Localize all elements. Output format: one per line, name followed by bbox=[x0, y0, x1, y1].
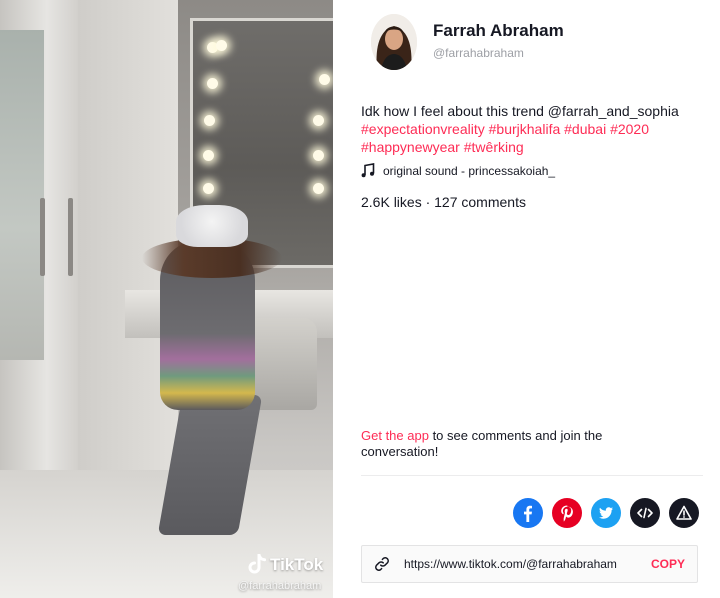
video-link-url[interactable]: https://www.tiktok.com/@farrahabraham bbox=[404, 557, 643, 571]
video-mirror-bulb bbox=[204, 115, 215, 126]
author-name[interactable]: Farrah Abraham bbox=[433, 21, 564, 41]
video-mirror-bulb bbox=[313, 115, 324, 126]
pinterest-icon bbox=[561, 505, 573, 522]
video-shower-cap bbox=[176, 205, 248, 247]
video-background-room bbox=[0, 30, 44, 360]
get-app-prompt: Get the app to see comments and join the… bbox=[361, 428, 661, 460]
caption-text: Idk how I feel about this trend @farrah_… bbox=[361, 103, 679, 119]
copy-link-bar: https://www.tiktok.com/@farrahabraham CO… bbox=[361, 545, 698, 583]
video-mirror-bulb bbox=[319, 74, 330, 85]
tiktok-watermark: TikTok bbox=[246, 554, 323, 576]
music-link[interactable]: original sound - princessakoiah_ bbox=[361, 163, 555, 178]
author-username[interactable]: @farrahabraham bbox=[433, 46, 524, 60]
tiktok-watermark-brand: TikTok bbox=[270, 555, 324, 574]
hashtag-link[interactable]: #happynewyear bbox=[361, 139, 460, 155]
video-stats: 2.6K likes · 127 comments bbox=[361, 194, 526, 210]
music-label: original sound - princessakoiah_ bbox=[383, 163, 556, 178]
embed-code-icon bbox=[637, 507, 653, 519]
video-mirror-bulb bbox=[313, 183, 324, 194]
video-mirror-bulb bbox=[203, 150, 214, 161]
author-avatar[interactable] bbox=[371, 14, 417, 70]
video-info-panel: Farrah Abraham @farrahabraham Idk how I … bbox=[333, 0, 720, 598]
hashtag-link[interactable]: #expectationvreality bbox=[361, 121, 485, 137]
hashtag-link[interactable]: #dubai bbox=[564, 121, 606, 137]
share-twitter-button[interactable] bbox=[591, 498, 621, 528]
video-door-handle bbox=[40, 198, 45, 276]
avatar-portrait bbox=[371, 14, 417, 70]
hashtag-link[interactable]: #twêrking bbox=[464, 139, 524, 155]
video-mirror-bulb bbox=[313, 150, 324, 161]
link-icon bbox=[375, 557, 389, 571]
facebook-icon bbox=[524, 505, 532, 522]
get-app-link[interactable]: Get the app bbox=[361, 428, 429, 443]
hashtag-link[interactable]: #2020 bbox=[610, 121, 649, 137]
share-embed-button[interactable] bbox=[630, 498, 660, 528]
tiktok-watermark-handle: @farrahabraham bbox=[238, 580, 322, 592]
copy-link-button[interactable]: COPY bbox=[651, 557, 685, 571]
music-note-icon bbox=[361, 163, 375, 178]
warning-icon bbox=[676, 505, 692, 520]
video-mirror-bulb bbox=[207, 78, 218, 89]
share-facebook-button[interactable] bbox=[513, 498, 543, 528]
hashtag-link[interactable]: #burjkhalifa bbox=[489, 121, 561, 137]
video-player[interactable]: TikTok @farrahabraham bbox=[0, 0, 333, 598]
divider bbox=[361, 475, 703, 476]
video-mirror-bulb bbox=[216, 40, 227, 51]
share-pinterest-button[interactable] bbox=[552, 498, 582, 528]
share-report-button[interactable] bbox=[669, 498, 699, 528]
video-caption: Idk how I feel about this trend @farrah_… bbox=[361, 102, 711, 156]
video-door-handle bbox=[68, 198, 73, 276]
video-mirror-bulb bbox=[203, 183, 214, 194]
tiktok-note-icon bbox=[248, 554, 266, 574]
twitter-icon bbox=[599, 507, 613, 519]
